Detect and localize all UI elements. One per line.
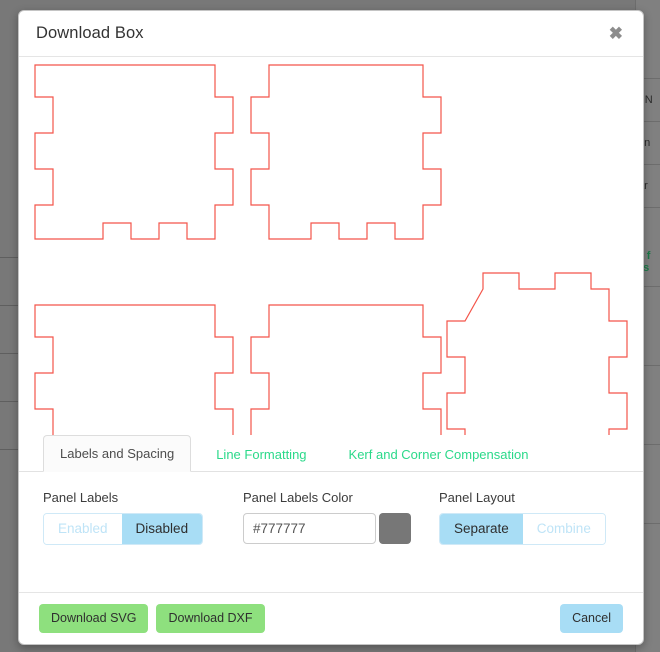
- panel-bottom-center: [250, 304, 442, 435]
- panel-layout-label: Panel Layout: [439, 490, 515, 505]
- background-row: [0, 210, 18, 258]
- panel-labels-option-enabled[interactable]: Enabled: [44, 514, 122, 544]
- modal-body: Labels and Spacing Line Formatting Kerf …: [19, 57, 643, 592]
- panel-labels-toggle[interactable]: Enabled Disabled: [43, 513, 204, 545]
- settings-panel: Panel Labels Enabled Disabled Panel Labe…: [19, 472, 643, 592]
- field-panel-labels: Panel Labels Enabled Disabled: [43, 490, 243, 592]
- panel-bottom-right: [446, 272, 628, 435]
- field-panel-labels-color: Panel Labels Color: [243, 490, 439, 592]
- tab-labels-and-spacing[interactable]: Labels and Spacing: [43, 435, 192, 472]
- panel-layout-toggle[interactable]: Separate Combine: [439, 513, 606, 545]
- color-swatch-button[interactable]: [379, 513, 411, 544]
- box-preview-canvas[interactable]: [19, 57, 643, 435]
- panel-bottom-left: [34, 304, 234, 435]
- panel-labels-color-label: Panel Labels Color: [243, 490, 353, 505]
- tab-kerf-and-corner-compensation[interactable]: Kerf and Corner Compensation: [332, 436, 546, 472]
- download-box-modal: Download Box ✖ Labels and Spacing Line F…: [18, 10, 644, 645]
- page-title: Download Box: [36, 24, 144, 42]
- download-svg-button[interactable]: Download SVG: [39, 604, 149, 633]
- cancel-button[interactable]: Cancel: [560, 604, 623, 633]
- settings-tablist: Labels and Spacing Line Formatting Kerf …: [19, 435, 643, 472]
- background-row: [0, 354, 18, 402]
- modal-header: Download Box ✖: [19, 11, 643, 57]
- box-panels-svg: [34, 64, 628, 435]
- panel-labels-color-input[interactable]: [243, 513, 376, 544]
- panel-top-left: [34, 64, 234, 240]
- color-row: [243, 513, 439, 544]
- close-icon[interactable]: ✖: [605, 23, 627, 44]
- background-row: [0, 402, 18, 450]
- field-panel-layout: Panel Layout Separate Combine: [439, 490, 619, 592]
- tab-line-formatting[interactable]: Line Formatting: [199, 436, 323, 472]
- panel-labels-option-disabled[interactable]: Disabled: [121, 514, 203, 544]
- background-table-left: [0, 210, 18, 450]
- panel-layout-option-combine[interactable]: Combine: [522, 514, 605, 544]
- modal-footer: Download SVG Download DXF Cancel: [19, 592, 643, 644]
- panel-top-center: [250, 64, 442, 240]
- download-dxf-button[interactable]: Download DXF: [156, 604, 265, 633]
- panel-labels-label: Panel Labels: [43, 490, 119, 505]
- panel-layout-option-separate[interactable]: Separate: [440, 514, 523, 544]
- background-row: [0, 258, 18, 306]
- background-row: [0, 306, 18, 354]
